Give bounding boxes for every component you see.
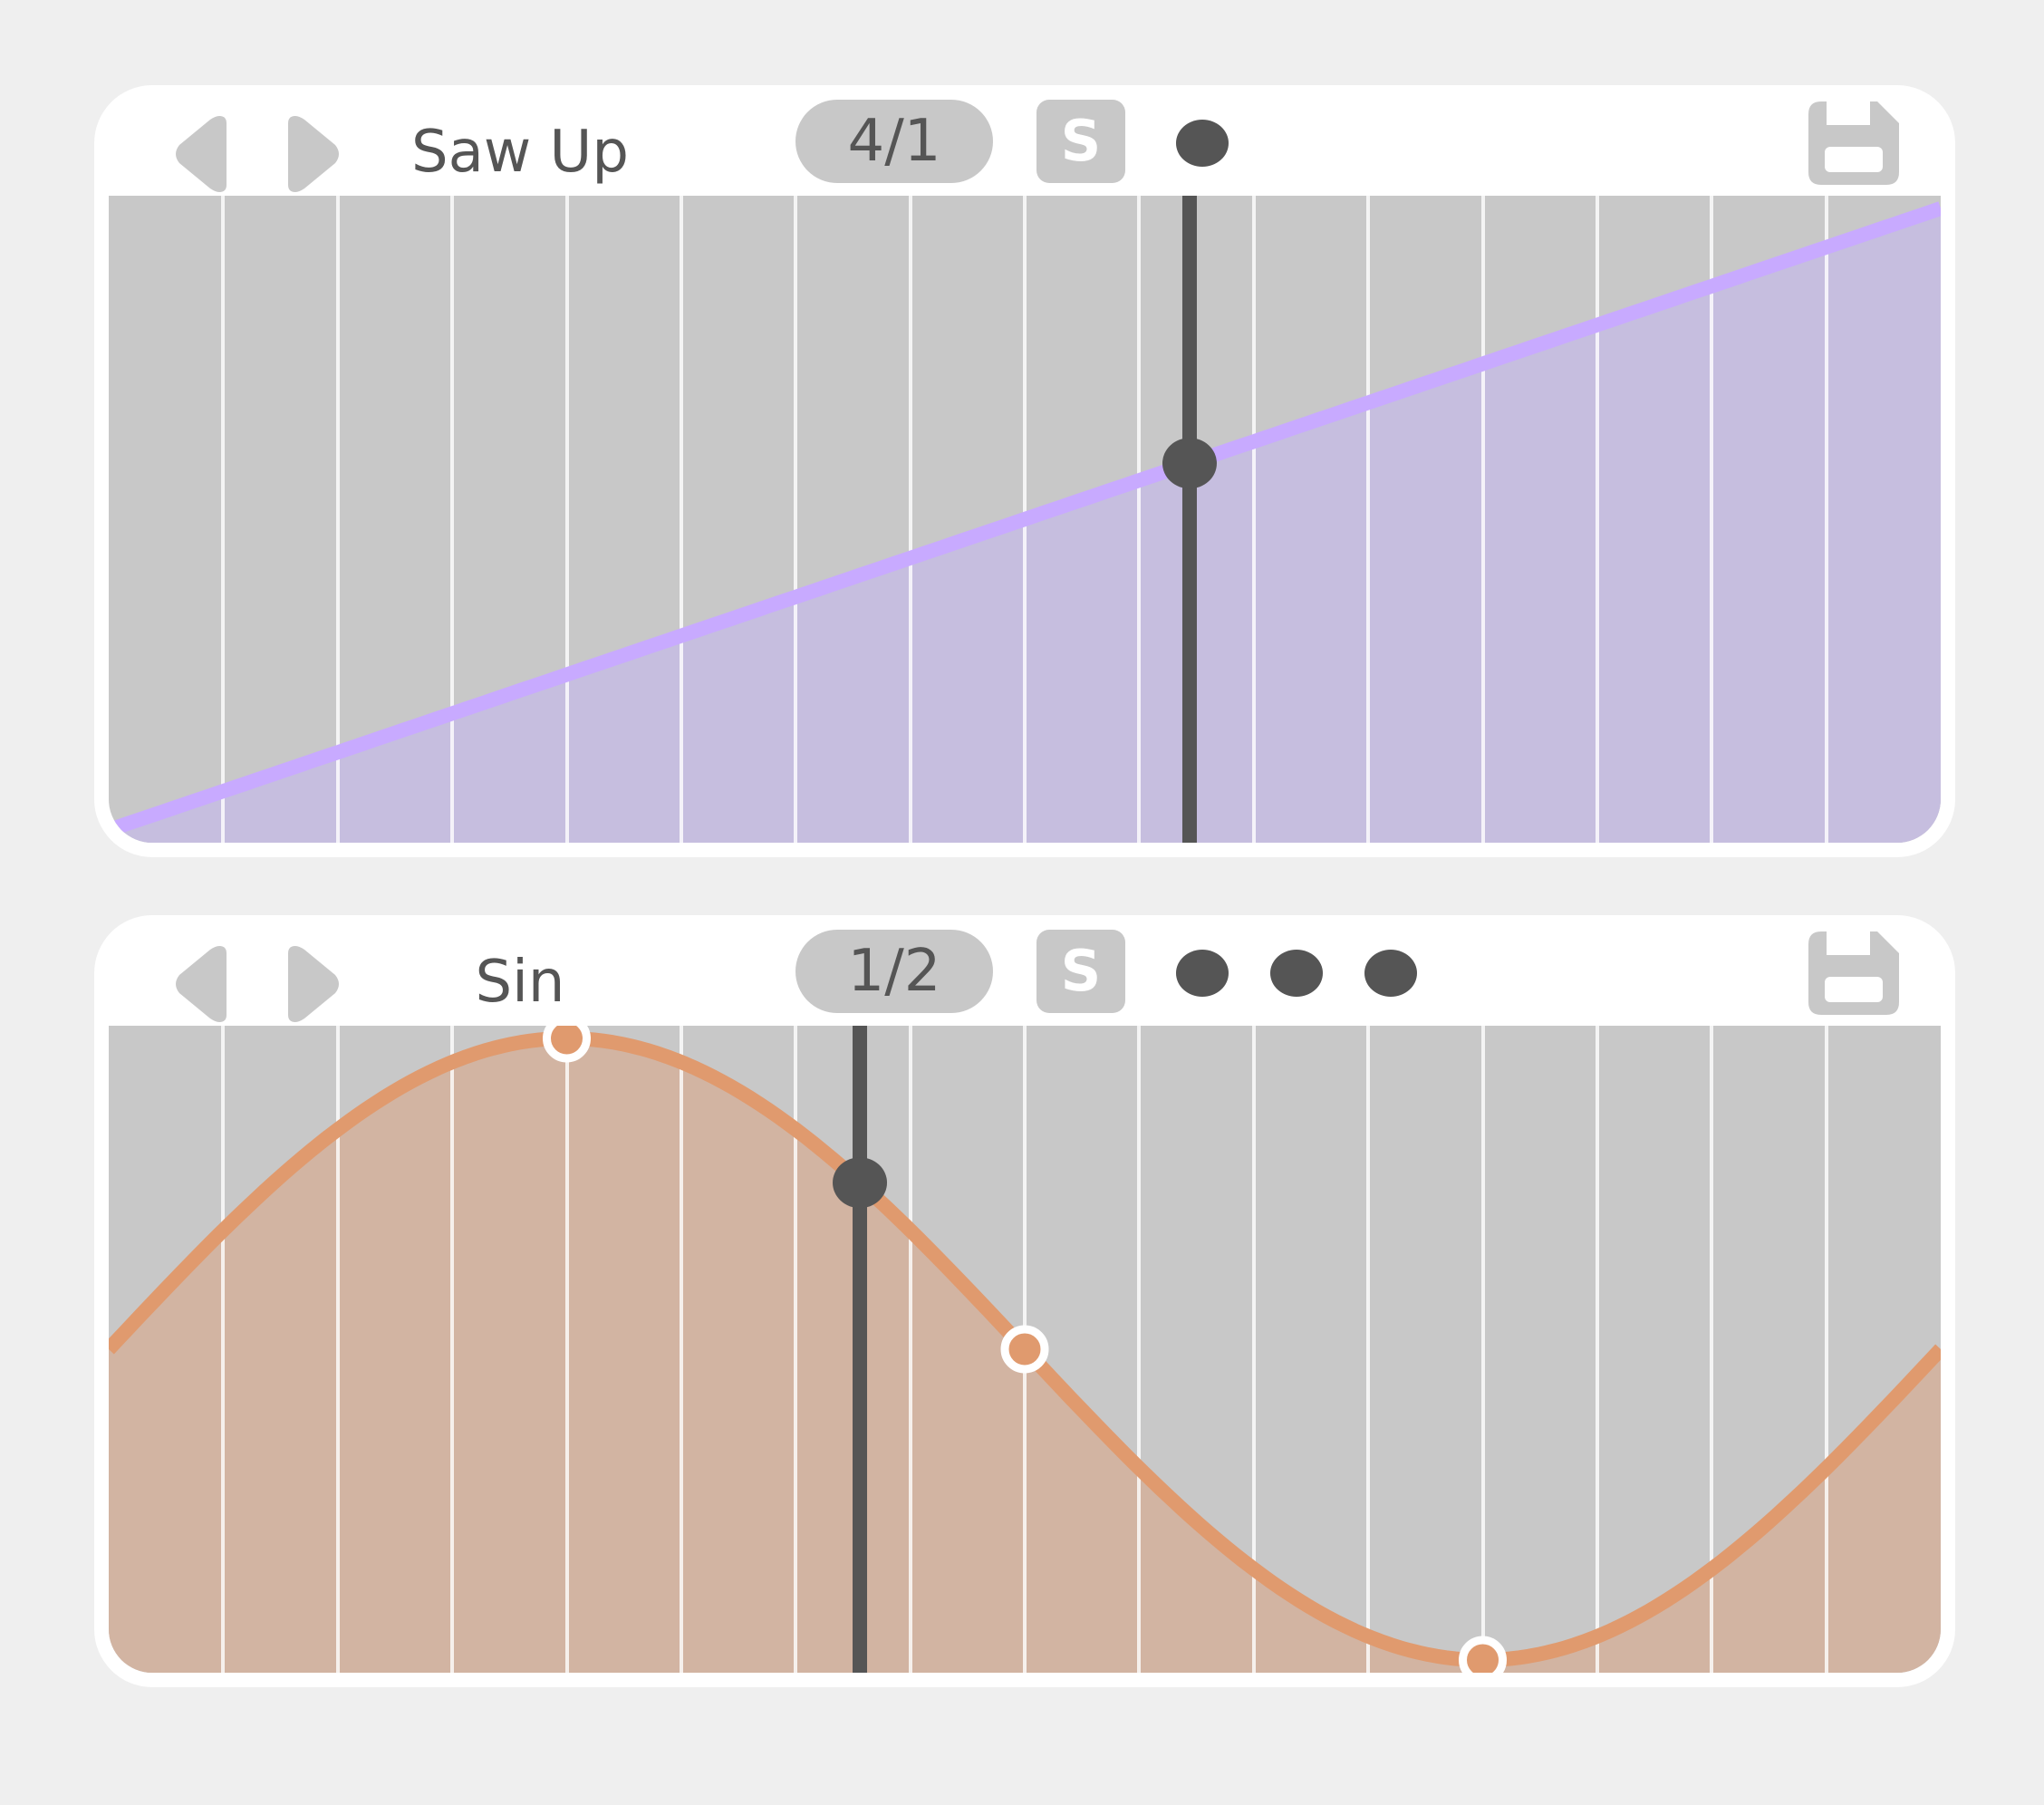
- triangle-right-icon: [288, 946, 339, 1022]
- waveform-name: Sin: [475, 949, 565, 1016]
- next-waveform-button[interactable]: [279, 109, 348, 199]
- waveform-canvas[interactable]: [109, 1026, 1941, 1673]
- playhead-handle[interactable]: [833, 1157, 888, 1209]
- snap-button[interactable]: S: [1036, 100, 1125, 183]
- control-point[interactable]: [1459, 1636, 1507, 1673]
- lfo-indicator-dot[interactable]: [1176, 120, 1229, 167]
- rate-selector[interactable]: 4/1: [795, 100, 993, 183]
- floppy-disk-icon: [1808, 101, 1899, 185]
- save-button[interactable]: [1805, 98, 1903, 188]
- waveform-graph[interactable]: [109, 196, 1941, 843]
- triangle-left-icon: [176, 116, 227, 192]
- control-point[interactable]: [1000, 1325, 1049, 1374]
- save-button[interactable]: [1805, 928, 1903, 1018]
- waveform-name: Saw Up: [411, 119, 629, 186]
- lfo-panel-1: Saw Up 4/1 S: [94, 85, 1955, 857]
- next-waveform-button[interactable]: [279, 939, 348, 1029]
- rate-selector[interactable]: 1/2: [795, 930, 993, 1013]
- playhead-handle[interactable]: [1162, 438, 1217, 489]
- control-point[interactable]: [543, 1026, 591, 1063]
- waveform-canvas[interactable]: [109, 196, 1941, 843]
- lfo-indicator-dot[interactable]: [1176, 950, 1229, 997]
- lfo-indicator-dot[interactable]: [1270, 950, 1323, 997]
- prev-waveform-button[interactable]: [167, 109, 236, 199]
- triangle-left-icon: [176, 946, 227, 1022]
- triangle-right-icon: [288, 116, 339, 192]
- prev-waveform-button[interactable]: [167, 939, 236, 1029]
- snap-button[interactable]: S: [1036, 930, 1125, 1013]
- lfo-panel-2: Sin 1/2 S: [94, 915, 1955, 1687]
- lfo-indicator-dot[interactable]: [1364, 950, 1417, 997]
- waveform-graph[interactable]: [109, 1026, 1941, 1673]
- floppy-disk-icon: [1808, 931, 1899, 1015]
